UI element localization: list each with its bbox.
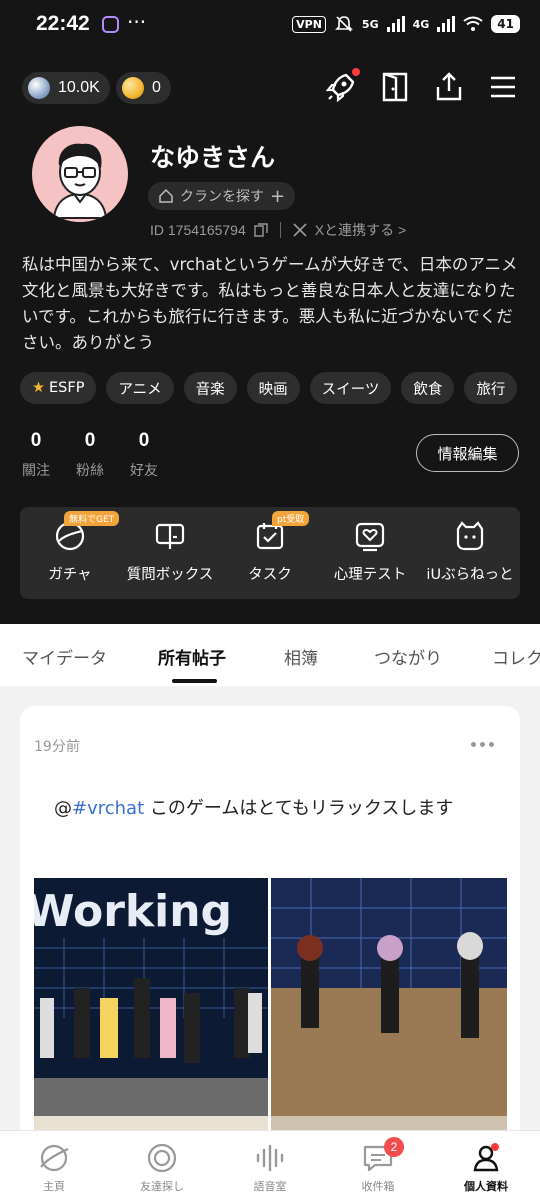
plus-icon: + (270, 185, 286, 207)
profile-name: なゆきさん (150, 143, 276, 172)
find-clan-button[interactable]: クランを探す + (148, 182, 296, 210)
silver-coin-icon (28, 77, 50, 99)
gold-balance: 0 (152, 79, 161, 96)
tag-mbti[interactable]: ★ ESFP (20, 372, 97, 404)
nav-profile[interactable]: 個人資料 (432, 1131, 540, 1200)
nav-home[interactable]: 主頁 (0, 1131, 108, 1200)
feature-question-box[interactable]: 質問ボックス (120, 507, 220, 599)
tag-item[interactable]: 音楽 (183, 372, 237, 404)
notification-dot (352, 68, 360, 76)
profile-tabs: マイデータ 所有帖子 相簿 つながり コレクション (0, 624, 540, 686)
feature-task[interactable]: pt受取 タスク (220, 507, 320, 599)
status-time: 22:42 (36, 12, 90, 35)
menu-icon (491, 76, 515, 98)
id-row: ID 1754165794 Xと連携する > (150, 220, 406, 240)
door-button[interactable] (378, 70, 412, 104)
gold-balance-pill[interactable]: 0 (116, 72, 171, 104)
rocket-button[interactable] (324, 68, 360, 104)
stat-followers[interactable]: 0 粉絲 (76, 430, 104, 480)
more-options-icon[interactable] (471, 742, 494, 747)
edit-profile-button[interactable]: 情報編集 (416, 434, 519, 472)
nav-inbox[interactable]: 2 收件箱 (324, 1131, 432, 1200)
unread-badge: 2 (384, 1137, 404, 1157)
planet-nav-icon (40, 1144, 69, 1172)
profile-bio: 私は中国から来て、vrchatというゲームが大好きで、日本のアニメ文化と風景も大… (22, 255, 518, 352)
tag-item[interactable]: 飲食 (401, 372, 455, 404)
post-text: @#vrchat このゲームはとてもリラックスします (54, 798, 454, 819)
divider (279, 222, 281, 238)
psych-test-icon (355, 522, 385, 552)
hashtag-link[interactable]: #vrchat (72, 798, 144, 819)
profile-stats: 0 關注 0 粉絲 0 好友 (22, 430, 158, 480)
signal-5g: 5G (361, 17, 379, 31)
notification-app-icon (102, 16, 119, 33)
x-logo-icon (293, 223, 307, 237)
dance-scene-image (271, 878, 507, 1166)
copy-icon[interactable] (254, 223, 268, 237)
feature-planet[interactable]: iUぶらねっと (420, 507, 520, 599)
vpn-icon: VPN (292, 15, 326, 33)
menu-button[interactable] (486, 70, 520, 104)
silver-balance-pill[interactable]: 10.0K (22, 72, 110, 104)
tag-item[interactable]: スイーツ (309, 372, 392, 404)
share-button[interactable] (432, 70, 466, 104)
home-icon (159, 188, 173, 203)
post-image[interactable] (271, 878, 507, 1166)
star-icon: ★ (32, 380, 45, 396)
tag-item[interactable]: 映画 (246, 372, 300, 404)
profile-icon (473, 1143, 499, 1172)
find-friends-icon (147, 1143, 177, 1173)
active-tab-indicator (172, 679, 217, 683)
interest-tags: ★ ESFP アニメ 音楽 映画 スイーツ 飲食 旅行 (20, 372, 518, 404)
avatar-illustration-icon (52, 143, 108, 219)
signal-4g: 4G (412, 17, 430, 31)
image-sign-text: Working (34, 886, 232, 937)
user-id: ID 1754165794 (150, 222, 246, 238)
nav-voice-room[interactable]: 語音室 (216, 1131, 324, 1200)
bottom-nav: 主頁 友達探し 語音室 2 收件箱 個人資料 (0, 1130, 540, 1200)
more-notifications-icon: ··· (127, 10, 147, 34)
x-link[interactable]: Xと連携する > (315, 220, 406, 240)
feature-gacha[interactable]: 無料でGET ガチャ (20, 507, 120, 599)
stat-following[interactable]: 0 關注 (22, 430, 50, 480)
feature-bar: 無料でGET ガチャ 質問ボックス pt受取 タスク 心理テスト iUぶらねっと (20, 507, 520, 599)
nav-find-friends[interactable]: 友達探し (108, 1131, 216, 1200)
tab-album[interactable]: 相簿 (284, 644, 318, 669)
share-icon (436, 72, 462, 101)
mute-icon (334, 16, 353, 32)
tab-connections[interactable]: つながり (374, 644, 442, 669)
tab-posts[interactable]: 所有帖子 (158, 644, 226, 669)
tab-collection[interactable]: コレクション (492, 644, 540, 669)
status-bar: 22:42 ··· VPN 5G 4G 41 (0, 0, 540, 52)
planet-icon (456, 521, 484, 551)
tag-item[interactable]: アニメ (106, 372, 174, 404)
signal-bars-icon (437, 16, 456, 32)
tag-item[interactable]: 旅行 (464, 372, 518, 404)
avatar[interactable] (32, 126, 128, 222)
post-time: 19分前 (34, 739, 80, 755)
dance-scene-image: Working (34, 878, 268, 1166)
status-icons: VPN 5G 4G 41 (292, 14, 520, 34)
ribbon-badge: 無料でGET (64, 511, 120, 526)
gold-coin-icon (122, 77, 144, 99)
silver-balance: 10.0K (58, 79, 100, 96)
feature-psych-test[interactable]: 心理テスト (320, 507, 420, 599)
question-box-icon (155, 523, 185, 549)
door-icon (382, 72, 408, 102)
battery-icon: 41 (491, 15, 520, 33)
tab-my-data[interactable]: マイデータ (22, 644, 107, 669)
find-clan-label: クランを探す (180, 189, 264, 205)
ribbon-badge: pt受取 (272, 511, 310, 526)
profile-header: 10.0K 0 なゆきさん クランを探す + ID 1754165794 Xと連… (0, 52, 540, 624)
post-image[interactable]: Working (34, 878, 268, 1166)
wifi-icon (463, 16, 483, 31)
voice-room-icon (256, 1144, 284, 1172)
post-card[interactable]: 19分前 @#vrchat このゲームはとてもリラックスします Working (20, 706, 520, 1166)
signal-bars-icon (386, 16, 405, 32)
stat-friends[interactable]: 0 好友 (130, 430, 158, 480)
